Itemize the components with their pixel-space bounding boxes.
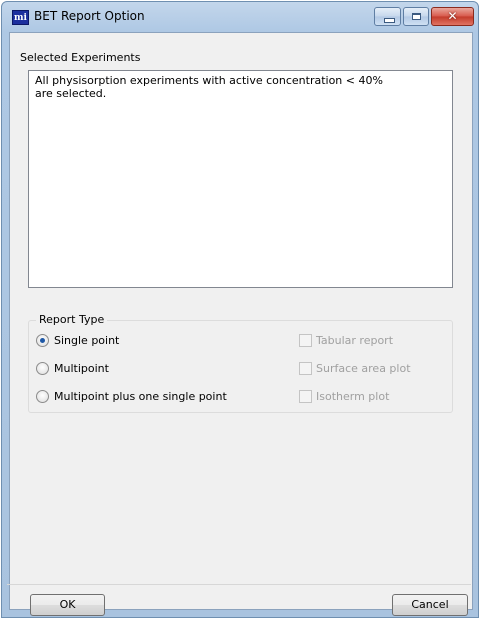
close-icon: ✕: [447, 9, 458, 23]
checkbox-label: Tabular report: [316, 334, 394, 347]
checkbox[interactable]: [299, 362, 312, 375]
radio-button[interactable]: [36, 362, 49, 375]
report-type-label: Report Type: [36, 313, 108, 326]
radio-label: Single point: [54, 334, 120, 347]
maximize-button[interactable]: [403, 7, 429, 26]
radio-label: Multipoint plus one single point: [54, 390, 227, 403]
button-bar-divider: [7, 584, 471, 585]
radio-button[interactable]: [36, 390, 49, 403]
checkbox-label: Isotherm plot: [316, 390, 390, 403]
checkbox[interactable]: [299, 390, 312, 403]
radio-button-checked[interactable]: [36, 334, 49, 347]
checkbox[interactable]: [299, 334, 312, 347]
checkbox-label: Surface area plot: [316, 362, 411, 375]
cancel-button[interactable]: Cancel: [392, 594, 468, 616]
experiments-text-line: are selected.: [35, 87, 107, 100]
selected-experiments-label: Selected Experiments: [20, 51, 141, 64]
minimize-button[interactable]: [374, 7, 401, 26]
radio-label: Multipoint: [54, 362, 109, 375]
maximize-icon: [412, 13, 421, 20]
title-bar[interactable]: mi BET Report Option ✕: [2, 2, 478, 32]
close-button[interactable]: ✕: [431, 7, 474, 26]
ok-button[interactable]: OK: [30, 594, 105, 616]
selected-experiments-textbox[interactable]: All physisorption experiments with activ…: [28, 70, 453, 288]
experiments-text-line: All physisorption experiments with activ…: [35, 74, 383, 87]
minimize-icon: [384, 18, 395, 23]
app-icon: mi: [12, 10, 29, 25]
window-title: BET Report Option: [34, 9, 145, 23]
